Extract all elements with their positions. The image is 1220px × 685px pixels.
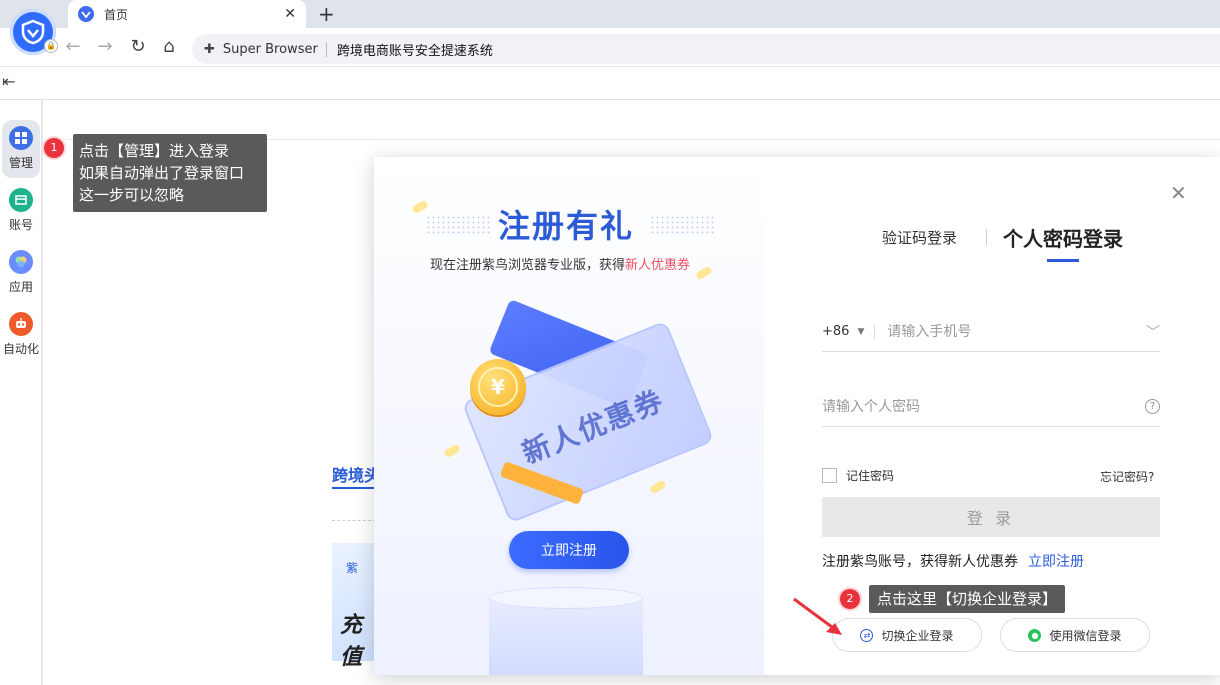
step2-tooltip: 点击这里【切换企业登录】 <box>869 585 1066 613</box>
sidebar-item-label: 管理 <box>8 156 33 170</box>
promo-panel: 注册有礼 现在注册紫鸟浏览器专业版，获得新人优惠券 新人优惠券 ¥ 立即注册 <box>374 157 764 675</box>
switch-enterprise-button[interactable]: ⇄ 切换企业登录 <box>832 618 982 652</box>
remember-checkbox[interactable] <box>822 468 837 483</box>
sidebar-item-label: 自动化 <box>2 342 39 356</box>
window-icon <box>9 188 33 212</box>
remember-password[interactable]: 记住密码 <box>822 467 894 484</box>
register-prompt-text: 注册紫鸟账号，获得新人优惠券 <box>822 554 1018 570</box>
sidebar-item-manage[interactable]: 管理 <box>2 120 40 178</box>
phone-field: +86 ▼ ﹀ <box>822 312 1160 352</box>
coin-icon: ¥ <box>470 359 526 415</box>
reload-icon[interactable]: ↻ <box>127 36 149 58</box>
card-brand: 紫 <box>346 561 359 575</box>
promo-headline: 注册有礼 <box>498 207 635 245</box>
favicon-icon <box>78 6 94 22</box>
promo-subtitle-highlight: 新人优惠券 <box>625 258 691 273</box>
wechat-login-button[interactable]: ● 使用微信登录 <box>1000 618 1150 652</box>
decor-dots <box>426 215 490 235</box>
sidebar-item-automation[interactable]: 自动化 <box>2 306 40 364</box>
lock-icon: 🔒 <box>44 39 58 53</box>
tab-separator <box>986 229 987 245</box>
decor-fleck <box>411 199 429 215</box>
coupon-text: 新人优惠券 <box>517 383 669 471</box>
decor-fleck <box>443 443 461 459</box>
country-code-select[interactable]: +86 <box>822 324 849 339</box>
wechat-icon: ● <box>1028 628 1042 642</box>
shield-logo-icon <box>21 19 45 45</box>
decor-dots <box>650 215 714 235</box>
address-bar[interactable]: ✚ Super Browser 跨境电商账号安全提速系统 <box>192 34 1220 64</box>
forward-icon[interactable]: → <box>94 36 116 58</box>
register-link[interactable]: 立即注册 <box>1028 554 1084 570</box>
password-input[interactable] <box>822 398 1145 415</box>
apps-icon <box>9 250 33 274</box>
tab-title: 首页 <box>104 7 129 22</box>
divider <box>332 520 376 521</box>
page-title: 跨境电商账号安全提速系统 <box>336 43 493 59</box>
tab-sms-login[interactable]: 验证码登录 <box>882 227 957 248</box>
site-label: Super Browser <box>223 41 327 57</box>
arrow-icon <box>793 597 842 635</box>
field-separator <box>874 323 876 340</box>
tab-home[interactable]: 首页 ✕ <box>68 0 306 28</box>
promo-subtitle: 现在注册紫鸟浏览器专业版，获得新人优惠券 <box>430 254 690 273</box>
decor-fleck <box>649 479 667 495</box>
extension-icon[interactable]: ✚ <box>204 42 215 57</box>
switch-enterprise-label: 切换企业登录 <box>881 628 954 643</box>
divider <box>0 66 1220 67</box>
tab-close-icon[interactable]: ✕ <box>284 6 296 22</box>
new-tab-button[interactable]: + <box>318 2 335 26</box>
login-button[interactable]: 登 录 <box>822 497 1160 537</box>
decor-fleck <box>695 265 713 281</box>
remember-label: 记住密码 <box>846 469 895 483</box>
tooltip-line: 这一步可以忽略 <box>79 186 185 204</box>
card-text: 充值 <box>340 613 363 670</box>
caret-down-icon[interactable]: ▼ <box>857 327 864 337</box>
phone-input[interactable] <box>887 323 1146 340</box>
register-prompt: 注册紫鸟账号，获得新人优惠券 立即注册 <box>822 551 1084 571</box>
app-logo[interactable]: 🔒 <box>10 9 58 55</box>
grid-icon <box>9 126 33 150</box>
register-button[interactable]: 立即注册 <box>509 531 629 569</box>
coin-symbol: ¥ <box>478 367 518 407</box>
close-icon[interactable]: ✕ <box>1170 181 1187 205</box>
pedestal-illustration <box>489 587 643 609</box>
divider <box>0 99 1220 100</box>
step-badge: 1 <box>44 138 64 158</box>
sidebar-item-label: 账号 <box>8 218 33 232</box>
promo-subtitle-text: 现在注册紫鸟浏览器专业版，获得 <box>430 258 626 273</box>
tab-password-login[interactable]: 个人密码登录 <box>1003 223 1123 252</box>
sidebar-item-apps[interactable]: 应用 <box>2 244 40 302</box>
promo-card[interactable]: 紫 充值 <box>332 543 376 670</box>
tooltip-line: 点击【管理】进入登录 <box>79 142 230 160</box>
sidebar: 管理 账号 应用 自动化 <box>0 100 43 685</box>
section-heading: 跨境头 <box>332 466 381 485</box>
password-field: ? <box>822 387 1160 427</box>
home-icon[interactable]: ⌂ <box>158 36 180 58</box>
back-icon[interactable]: ← <box>62 36 84 58</box>
exit-icon[interactable]: ⇤ <box>2 72 15 91</box>
help-icon[interactable]: ? <box>1145 399 1160 414</box>
forgot-password-link[interactable]: 忘记密码? <box>1100 468 1154 485</box>
wechat-login-label: 使用微信登录 <box>1049 628 1122 643</box>
sidebar-item-accounts[interactable]: 账号 <box>2 182 40 240</box>
tooltip-line: 如果自动弹出了登录窗口 <box>79 164 245 182</box>
step1-tooltip: 点击【管理】进入登录 如果自动弹出了登录窗口 这一步可以忽略 <box>73 134 267 212</box>
switch-icon: ⇄ <box>860 628 874 642</box>
chevron-down-icon[interactable]: ﹀ <box>1146 322 1160 342</box>
robot-icon <box>9 312 33 336</box>
section-underline <box>332 487 374 489</box>
sidebar-item-label: 应用 <box>8 280 33 294</box>
active-tab-indicator <box>1047 259 1079 262</box>
